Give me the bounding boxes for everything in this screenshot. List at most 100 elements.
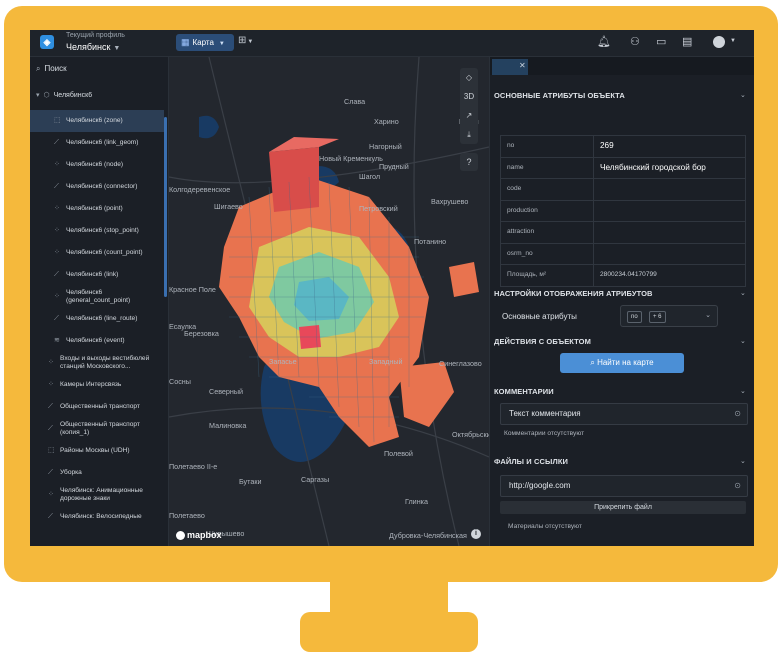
chevron-down-icon: ▼ bbox=[247, 39, 254, 45]
attribute-value-field[interactable] bbox=[594, 201, 745, 222]
link-input[interactable]: http://google.com ⊙ bbox=[500, 475, 748, 497]
map-place-label: Потанино bbox=[414, 237, 447, 246]
mapbox-attribution: mapbox bbox=[187, 530, 222, 540]
user-avatar-icon[interactable] bbox=[713, 36, 725, 48]
section-display-settings[interactable]: НАСТРОЙКИ ОТОБРАЖЕНИЯ АТРИБУТОВ bbox=[494, 289, 653, 298]
sidebar-layer-item[interactable]: ⟋ Челябинск6 (connector) bbox=[30, 176, 164, 198]
sidebar-layer-item[interactable]: ⬚ Челябинск6 (zone) bbox=[30, 110, 164, 132]
display-attributes-select[interactable]: no + 6 ⌄ bbox=[620, 305, 718, 327]
line-icon: ⟋ bbox=[54, 139, 59, 146]
attribute-row: code bbox=[500, 178, 746, 200]
lake-shape bbox=[199, 115, 219, 139]
attribute-row: production bbox=[500, 199, 746, 222]
send-icon[interactable]: ⊙ bbox=[734, 476, 741, 496]
sidebar-layer-item[interactable]: ≋ Челябинск6 (event) bbox=[30, 330, 164, 352]
object-tab[interactable]: ✕ bbox=[492, 59, 528, 75]
map-place-label: Вахрушево bbox=[431, 197, 469, 206]
info-icon[interactable]: i bbox=[471, 529, 481, 539]
sidebar-layer-item[interactable]: ⟋ Челябинск6 (link) bbox=[30, 264, 164, 286]
sidebar-layer-label: Челябинск6 (line_route) bbox=[66, 315, 138, 322]
map-canvas[interactable] bbox=[169, 57, 489, 546]
profile-name: Челябинск bbox=[66, 42, 111, 52]
attribute-chip[interactable]: no bbox=[627, 311, 642, 323]
layout-button[interactable]: ⊞▼ bbox=[238, 35, 253, 46]
bell-icon[interactable]: 🔔︎ bbox=[597, 35, 611, 48]
attribute-row: no 269 bbox=[500, 135, 746, 157]
attribute-value-field[interactable]: 2800234.04170799 bbox=[594, 265, 745, 286]
line-icon: ⟋ bbox=[48, 403, 53, 410]
section-files-links[interactable]: ФАЙЛЫ И ССЫЛКИ bbox=[494, 457, 568, 466]
attribute-value-field[interactable]: Челябинский городской бор bbox=[594, 158, 745, 179]
profile-selector[interactable]: Челябинск ▼ bbox=[66, 42, 120, 52]
more-attributes-chip[interactable]: + 6 bbox=[649, 311, 666, 323]
chevron-down-icon[interactable]: ▼ bbox=[730, 38, 736, 44]
clipboard-icon[interactable]: ▤ bbox=[682, 35, 692, 48]
sidebar-layer-item[interactable]: ⁘ Челябинск6 (node) bbox=[30, 154, 164, 176]
attribute-key: no bbox=[501, 136, 594, 157]
sidebar-layer-item[interactable]: ⟋ Челябинск: Велосипедные bbox=[30, 506, 164, 528]
attach-file-button[interactable]: Прикрепить файл bbox=[500, 501, 746, 514]
compass-icon[interactable]: ↗ bbox=[460, 106, 478, 125]
map-place-label: Западный bbox=[369, 357, 403, 366]
find-on-map-button[interactable]: ⌕ Найти на карте bbox=[560, 353, 684, 373]
sidebar-layer-item[interactable]: ⁘ Челябинск6 (point) bbox=[30, 198, 164, 220]
sidebar-layer-item[interactable]: ⟋ Челябинск6 (link_geom) bbox=[30, 132, 164, 154]
layers-icon[interactable]: ◇ bbox=[460, 68, 478, 87]
sidebar-layer-item[interactable]: ⟋ Уборка bbox=[30, 462, 164, 484]
chevron-down-icon[interactable]: ⌄ bbox=[740, 289, 746, 297]
sidebar-layer-item[interactable]: ⬚ Районы Москвы (UDH) bbox=[30, 440, 164, 462]
chevron-down-icon[interactable]: ⌄ bbox=[740, 91, 746, 99]
sidebar-layer-item[interactable]: ⟋ Челябинск6 (line_route) bbox=[30, 308, 164, 330]
app-screen: ◈ Текущий профиль Челябинск ▼ ▦ Карта ▼ ⊞▼ … bbox=[30, 30, 754, 546]
attribute-value-field[interactable]: 269 bbox=[594, 136, 745, 157]
attribute-value-field[interactable] bbox=[594, 179, 745, 200]
map-toolbar: ◇ 3D ↗ ⤓ bbox=[460, 68, 478, 144]
map-icon: ▦ bbox=[181, 37, 190, 47]
attribute-value-field[interactable] bbox=[594, 244, 745, 265]
users-icon[interactable]: ⚇ bbox=[630, 35, 640, 48]
help-icon[interactable]: ? bbox=[460, 153, 478, 171]
sidebar-layer-item[interactable]: ⟋ Общественный транспорт bbox=[30, 396, 164, 418]
3d-toggle[interactable]: 3D bbox=[460, 87, 478, 106]
sidebar-layer-label: Челябинск6 (count_point) bbox=[66, 249, 143, 256]
sidebar-layer-item[interactable]: ⁘ Челябинск6 (stop_point) bbox=[30, 220, 164, 242]
map-place-label: Петровский bbox=[359, 204, 398, 213]
comment-input[interactable]: Текст комментария ⊙ bbox=[500, 403, 748, 425]
send-icon[interactable]: ⊙ bbox=[734, 404, 741, 424]
tree-root[interactable]: ▾ ⬡ Челябинск6 bbox=[36, 91, 92, 99]
tree-root-label: Челябинск6 bbox=[53, 92, 93, 99]
sidebar-layer-label: Общественный транспорт bbox=[60, 403, 140, 410]
attribute-value-field[interactable] bbox=[594, 222, 745, 243]
search-field[interactable]: ⌕ Поиск bbox=[36, 64, 67, 74]
section-basic-attributes[interactable]: ОСНОВНЫЕ АТРИБУТЫ ОБЪЕКТА bbox=[494, 91, 625, 100]
sidebar-scrollbar[interactable] bbox=[164, 117, 167, 297]
display-attributes-label: Основные атрибуты bbox=[502, 312, 577, 321]
sidebar-layer-item[interactable]: ⁘ Камеры Интерсвязь bbox=[30, 374, 164, 396]
close-icon[interactable]: ✕ bbox=[519, 61, 526, 70]
section-comments[interactable]: КОММЕНТАРИИ bbox=[494, 387, 554, 396]
sidebar-layer-item[interactable]: ⁘ Входы и выходы вестибюлей станций Моско… bbox=[30, 352, 164, 374]
map-place-label: Северный bbox=[209, 387, 244, 396]
find-on-map-label: Найти на карте bbox=[597, 358, 654, 367]
zone-shape bbox=[399, 362, 454, 427]
sidebar-layer-label: Челябинск6 (stop_point) bbox=[66, 227, 139, 234]
monitor-stand bbox=[330, 575, 448, 617]
app-logo-icon[interactable]: ◈ bbox=[40, 35, 54, 49]
sidebar-layer-item[interactable]: ⁘ Челябинск: Анимационные дорожные знаки bbox=[30, 484, 164, 506]
chevron-down-icon: ▼ bbox=[218, 41, 225, 47]
sidebar-layer-item[interactable]: ⁘ Челябинск6 (count_point) bbox=[30, 242, 164, 264]
sidebar-layer-item[interactable]: ⟋ Общественный транспорт (копия_1) bbox=[30, 418, 164, 440]
archive-icon[interactable]: ▭ bbox=[656, 35, 666, 48]
section-object-actions[interactable]: ДЕЙСТВИЯ С ОБЪЕКТОМ bbox=[494, 337, 591, 346]
sidebar-layer-item[interactable]: ⁘ Челябинск6 (general_count_point) bbox=[30, 286, 164, 308]
chevron-down-icon[interactable]: ⌄ bbox=[740, 337, 746, 345]
map-view-button[interactable]: ▦ Карта ▼ bbox=[176, 34, 234, 51]
map-place-label: Саргазы bbox=[301, 475, 330, 484]
chevron-down-icon[interactable]: ⌄ bbox=[740, 387, 746, 395]
map-view[interactable]: СлаваХариноЕршыНагорныйНовый КременкульП… bbox=[169, 57, 489, 546]
points-icon: ⁘ bbox=[54, 161, 60, 168]
attribute-key: Площадь, м² bbox=[501, 265, 594, 286]
download-icon[interactable]: ⤓ bbox=[460, 125, 478, 144]
chevron-down-icon[interactable]: ⌄ bbox=[740, 457, 746, 465]
map-place-label: Полетаево II-е bbox=[169, 462, 218, 471]
